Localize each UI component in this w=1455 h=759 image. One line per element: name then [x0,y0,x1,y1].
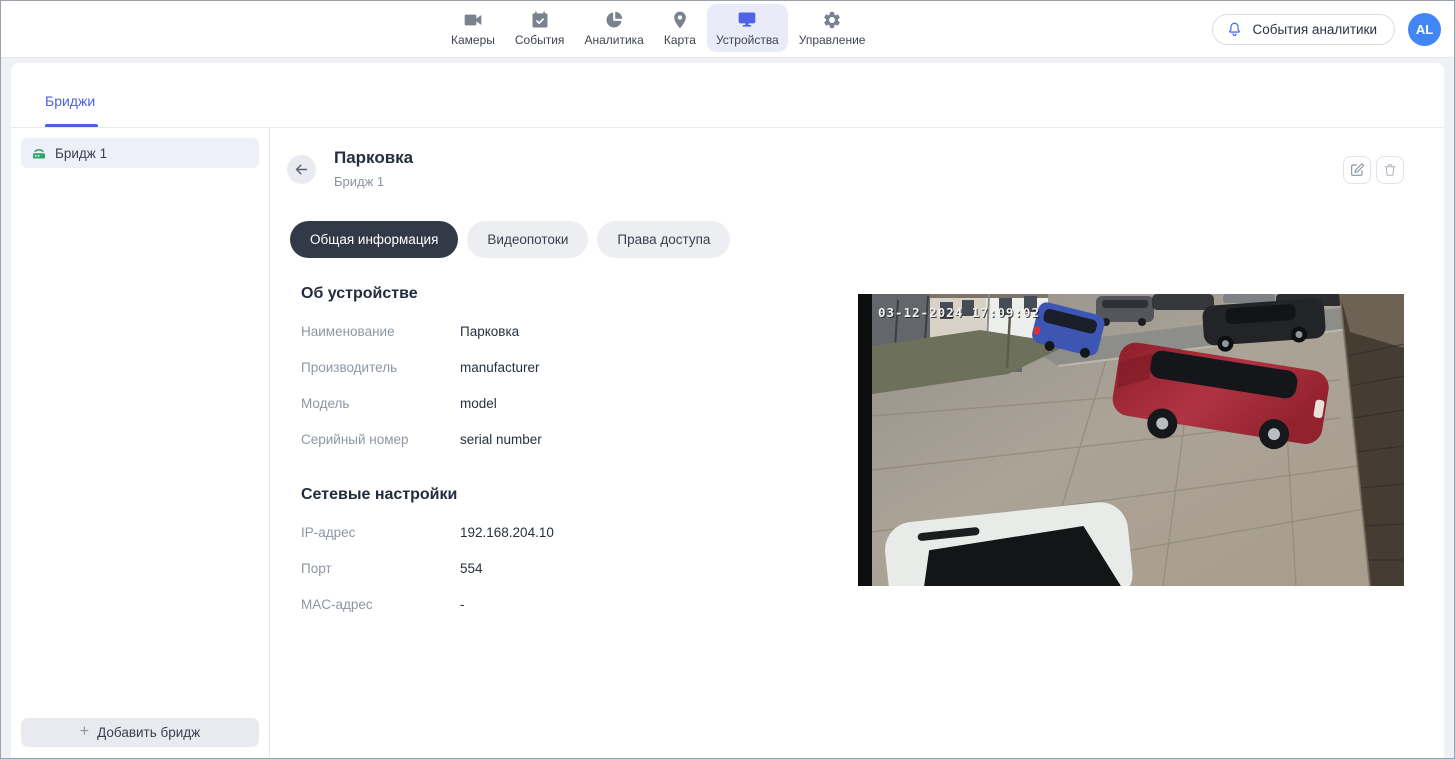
bell-icon [1226,21,1243,38]
avatar[interactable]: AL [1408,13,1441,46]
edit-button[interactable] [1343,156,1371,184]
nav-label: Аналитика [584,33,643,47]
section-tabs-row: Бриджи [11,63,1444,128]
nav-item-management[interactable]: Управление [790,4,875,52]
main-nav: Камеры События Аналитика Карта [442,4,874,52]
info-row-ip: IP-адрес 192.168.204.10 [301,514,845,550]
analytics-events-label: События аналитики [1252,22,1377,37]
nav-item-devices[interactable]: Устройства [707,4,788,52]
content-card: Бриджи Бридж 1 + Добавить бридж [11,63,1444,758]
bridges-sidebar: Бридж 1 + Добавить бридж [11,128,270,758]
calendar-check-icon [530,10,550,30]
delete-button[interactable] [1376,156,1404,184]
info-row-manufacturer: Производитель manufacturer [301,349,845,385]
page-body: Бриджи Бридж 1 + Добавить бридж [1,58,1454,758]
bridge-detail-panel: Парковка Бридж 1 О [270,128,1444,758]
add-bridge-label: Добавить бридж [97,725,200,740]
section-title: Сетевые настройки [301,486,845,504]
tab-general-info[interactable]: Общая информация [290,221,458,258]
detail-content: Об устройстве Наименование Парковка Прои… [287,285,1404,622]
nav-label: Камеры [451,33,495,47]
row-value: 192.168.204.10 [460,525,554,540]
nav-item-map[interactable]: Карта [655,4,705,52]
info-row-mac: MAC-адрес - [301,586,845,622]
row-value: - [460,597,465,612]
nav-label: Управление [799,33,866,47]
nav-item-analytics[interactable]: Аналитика [575,4,652,52]
row-label: Наименование [301,324,460,339]
tab-access-rights[interactable]: Права доступа [597,221,730,258]
row-label: Модель [301,396,460,411]
tab-video-streams[interactable]: Видеопотоки [467,221,588,258]
camera-snapshot-preview: 03-12-2024 17:09:02 [858,294,1404,586]
monitor-icon [737,10,757,30]
camera-icon [463,10,483,30]
info-row-serial: Серийный номер serial number [301,421,845,457]
analytics-events-button[interactable]: События аналитики [1212,14,1395,45]
app-window: Камеры События Аналитика Карта [0,0,1455,759]
tab-bridges[interactable]: Бриджи [45,93,95,109]
row-value: 554 [460,561,483,576]
tab-active-indicator [45,124,98,127]
row-value: model [460,396,497,411]
detail-header: Парковка Бридж 1 [287,145,1404,189]
card-body: Бридж 1 + Добавить бридж [11,128,1444,758]
row-value: manufacturer [460,360,540,375]
page-title: Парковка [334,148,413,168]
device-info-column: Об устройстве Наименование Парковка Прои… [287,285,845,622]
top-bar-right: События аналитики AL [1212,1,1441,58]
detail-tabs: Общая информация Видеопотоки Права досту… [287,221,1404,258]
gear-icon [822,10,842,30]
plus-icon: + [80,724,89,740]
snapshot-scene [858,294,1404,586]
row-label: MAC-адрес [301,597,460,612]
detail-actions [1343,156,1404,184]
nav-item-cameras[interactable]: Камеры [442,4,504,52]
row-label: Серийный номер [301,432,460,447]
nav-label: События [515,33,565,47]
sidebar-spacer [21,168,259,718]
page-subtitle: Бридж 1 [334,174,413,189]
sidebar-item-label: Бридж 1 [55,146,107,161]
nav-item-events[interactable]: События [506,4,574,52]
map-pin-icon [670,10,690,30]
row-label: Порт [301,561,460,576]
sidebar-item-bridge-1[interactable]: Бридж 1 [21,138,259,168]
detail-titles: Парковка Бридж 1 [334,145,413,189]
back-button[interactable] [287,155,316,184]
row-label: IP-адрес [301,525,460,540]
section-title: Об устройстве [301,285,845,303]
nav-label: Карта [664,33,696,47]
pie-chart-icon [604,10,624,30]
row-label: Производитель [301,360,460,375]
top-bar: Камеры События Аналитика Карта [1,1,1454,58]
row-value: serial number [460,432,542,447]
info-row-port: Порт 554 [301,550,845,586]
add-bridge-button[interactable]: + Добавить бридж [21,718,259,747]
row-value: Парковка [460,324,519,339]
section-network-settings: Сетевые настройки IP-адрес 192.168.204.1… [301,486,845,622]
nav-label: Устройства [716,33,779,47]
bridge-icon [31,145,47,161]
section-about-device: Об устройстве Наименование Парковка Прои… [301,285,845,457]
info-row-model: Модель model [301,385,845,421]
snapshot-timestamp: 03-12-2024 17:09:02 [878,305,1040,320]
info-row-name: Наименование Парковка [301,313,845,349]
